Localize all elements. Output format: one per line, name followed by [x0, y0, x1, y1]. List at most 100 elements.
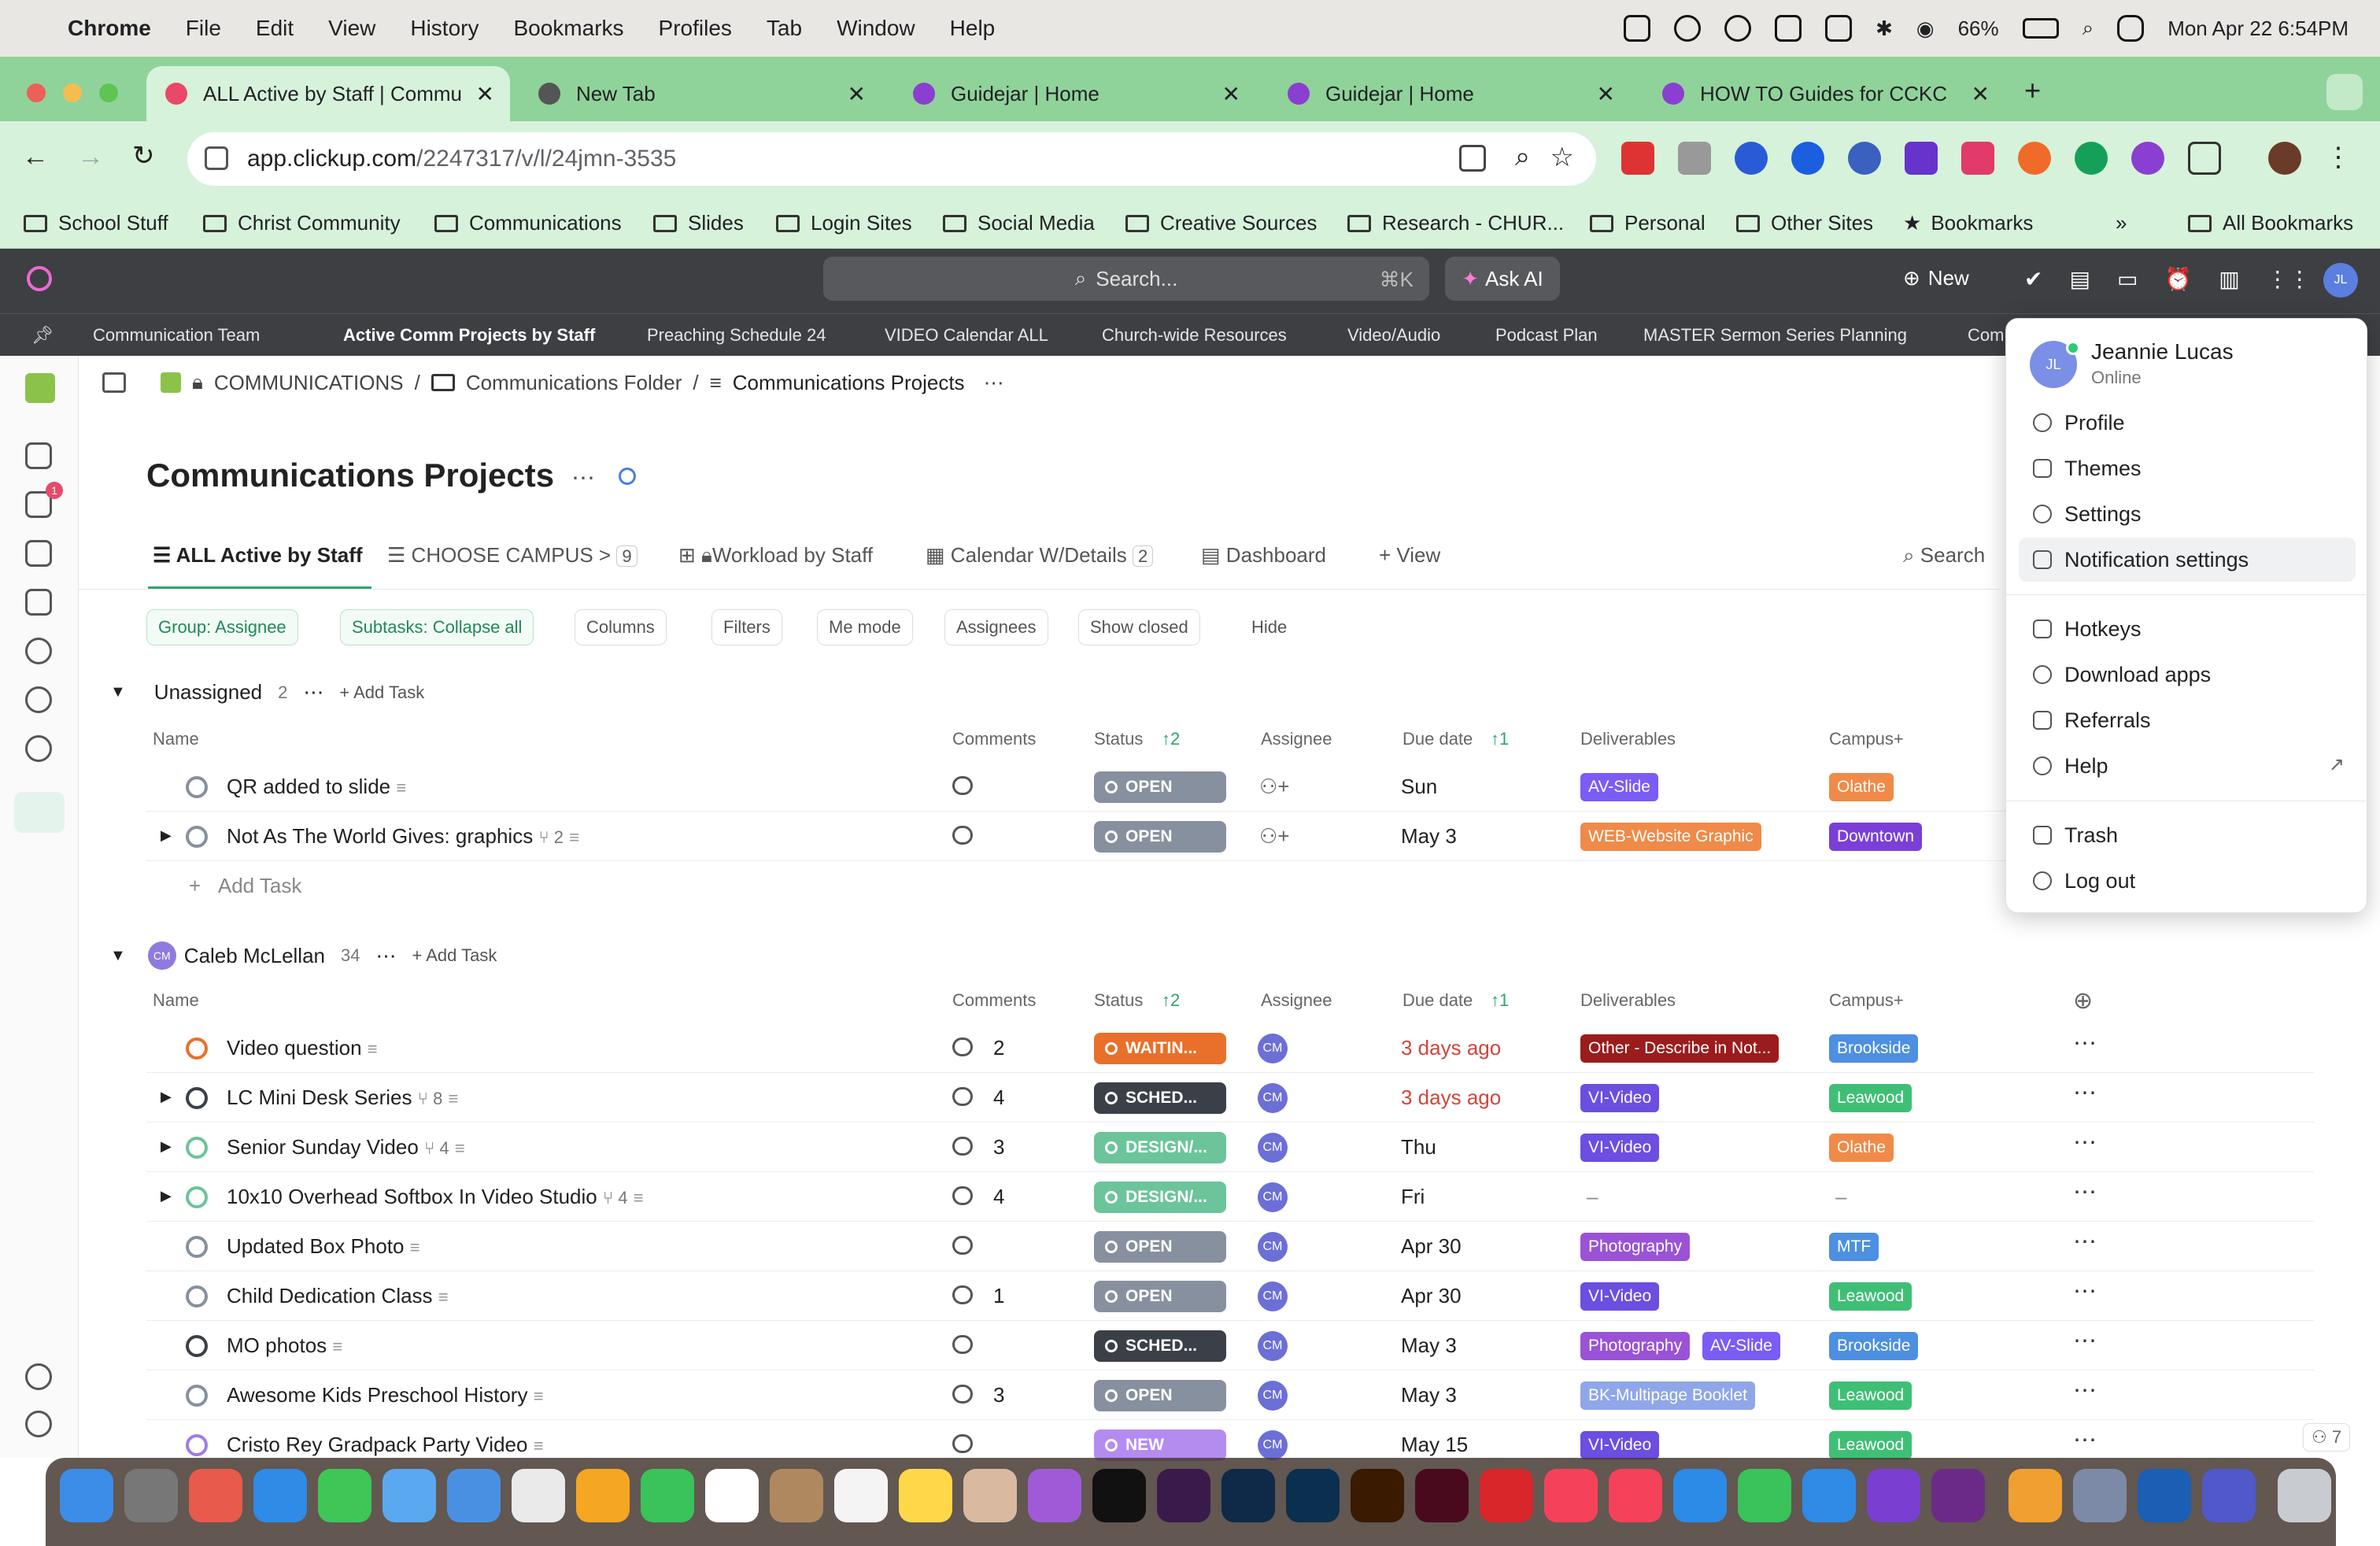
control-center-icon[interactable] [2117, 15, 2145, 42]
safari-icon[interactable] [253, 1469, 307, 1522]
deliverable-tag[interactable]: Photography [1580, 1332, 1691, 1360]
indesign-icon[interactable] [1415, 1469, 1469, 1522]
apps-grid-icon[interactable]: ⋮⋮ [2267, 266, 2311, 292]
avatar[interactable]: CM [1258, 1430, 1288, 1460]
col-deliverables[interactable]: Deliverables [1580, 990, 1676, 1011]
due-date[interactable]: Thu [1401, 1135, 1436, 1160]
site-info-icon[interactable] [205, 146, 228, 170]
menu-item-log-out[interactable]: Log out [2019, 859, 2356, 903]
task-name[interactable]: MO photos ≡ [227, 1333, 342, 1358]
menu-view[interactable]: View [328, 16, 375, 41]
system-settings-icon[interactable] [124, 1469, 178, 1522]
new-button[interactable]: ⊕ New [1903, 266, 1969, 290]
campus-tag[interactable]: Leawood [1829, 1431, 1913, 1459]
bookmark-folder[interactable]: Slides [653, 211, 744, 235]
menu-profiles[interactable]: Profiles [659, 16, 732, 41]
close-tab-icon[interactable]: ✕ [476, 81, 494, 107]
campus-empty[interactable]: – [1835, 1185, 1846, 1209]
menu-item-help[interactable]: Help ↗ [2019, 744, 2356, 788]
spaces-icon[interactable] [14, 792, 65, 833]
comment-icon[interactable] [952, 1236, 973, 1255]
add-assignee-icon[interactable]: ⚇+ [1259, 824, 1290, 849]
contacts-icon[interactable] [770, 1469, 823, 1522]
comment-icon[interactable] [952, 826, 973, 845]
comment-icon[interactable] [952, 776, 973, 795]
invite-user-icon[interactable] [25, 1363, 52, 1390]
status-dot-icon[interactable] [186, 1385, 208, 1407]
view-calendar[interactable]: ▦ Calendar W/Details 2 [926, 543, 1154, 568]
docs-icon[interactable]: ▥ [2219, 266, 2239, 292]
extension-icon[interactable] [1848, 142, 1881, 175]
tab-how-to-guides[interactable]: HOW TO Guides for CCKC ✕ [1643, 66, 2005, 121]
campus-tag[interactable]: Olathe [1829, 1134, 1894, 1162]
extension-icon[interactable] [1735, 142, 1768, 175]
due-date[interactable]: May 3 [1401, 1333, 1457, 1358]
comment-icon[interactable] [952, 1285, 973, 1304]
task-name[interactable]: 10x10 Overhead Softbox In Video Studio ⑂… [227, 1185, 644, 1209]
tab-search-icon[interactable] [2326, 74, 2363, 110]
status-dot-icon[interactable] [186, 1037, 208, 1060]
status-badge[interactable]: SCHED... [1094, 1330, 1226, 1362]
status-dot-icon[interactable] [186, 1236, 208, 1258]
bookmark-star-icon[interactable]: ☆ [1550, 142, 1574, 173]
status-dot-icon[interactable] [186, 1137, 208, 1159]
row-more-icon[interactable]: ⋯ [2073, 1228, 2097, 1256]
menu-item-themes[interactable]: Themes [2019, 446, 2356, 490]
col-assignee[interactable]: Assignee [1261, 990, 1332, 1011]
comment-icon[interactable] [952, 1385, 973, 1404]
favorite-preaching-schedule[interactable]: Preaching Schedule 24 [647, 325, 826, 346]
group-more-icon[interactable]: ⋯ [303, 680, 323, 705]
task-name[interactable]: LC Mini Desk Series ⑂ 8 ≡ [227, 1086, 458, 1110]
brush-app-icon[interactable] [963, 1469, 1017, 1522]
task-name[interactable]: Child Dedication Class ≡ [227, 1284, 449, 1308]
notes-icon[interactable] [899, 1469, 952, 1522]
wifi-icon[interactable]: ◉ [1916, 17, 1935, 41]
view-all-active-by-staff[interactable]: ☰ ALL Active by Staff [153, 543, 363, 568]
news-icon[interactable] [1609, 1469, 1662, 1522]
extension-icon[interactable] [1961, 142, 1994, 175]
table-row[interactable]: Video question ≡ 2 WAITIN... CM 3 days ago Ot… [146, 1023, 2314, 1073]
campus-tag[interactable]: Olathe [1829, 773, 1894, 801]
extensions-puzzle-icon[interactable] [2188, 142, 2221, 175]
expand-subtasks-icon[interactable]: ▶ [161, 827, 172, 844]
comment-icon[interactable] [952, 1186, 973, 1205]
creative-cloud-app-icon[interactable] [2009, 1469, 2062, 1522]
dashboards-icon[interactable] [25, 589, 52, 616]
status-dot-icon[interactable] [186, 1087, 208, 1109]
task-name[interactable]: Senior Sunday Video ⑂ 4 ≡ [227, 1135, 465, 1160]
address-bar[interactable]: app.clickup.com/2247317/v/l/24jmn-3535 ⌕… [187, 132, 1596, 186]
close-window-icon[interactable] [27, 83, 46, 102]
grammarly-extension-icon[interactable] [2075, 142, 2108, 175]
status-badge[interactable]: WAITIN... [1094, 1033, 1226, 1064]
help-icon[interactable] [25, 1411, 52, 1437]
col-name[interactable]: Name [153, 990, 199, 1011]
group-by-chip[interactable]: Group: Assignee [146, 609, 298, 645]
app-store-icon[interactable] [1802, 1469, 1856, 1522]
acrobat-icon[interactable] [1480, 1469, 1533, 1522]
table-row[interactable]: Updated Box Photo ≡ OPEN CM Apr 30 Photograp… [146, 1222, 2314, 1271]
clickup-logo-icon[interactable] [27, 266, 52, 291]
list-search[interactable]: ⌕ Search [1903, 543, 1985, 568]
record-icon[interactable] [1775, 15, 1802, 42]
col-name[interactable]: Name [153, 729, 199, 749]
bookmark-folder[interactable]: ★ Bookmarks [1903, 211, 2033, 235]
notepad-icon[interactable]: ▤ [2069, 266, 2090, 292]
word-icon[interactable] [2138, 1469, 2191, 1522]
deliverable-tag[interactable]: WEB-Website Graphic [1580, 823, 1761, 851]
add-assignee-icon[interactable]: ⚇+ [1259, 775, 1290, 799]
avatar[interactable]: CM [1258, 1083, 1288, 1113]
docs-icon[interactable] [25, 540, 52, 567]
row-more-icon[interactable]: ⋯ [2073, 1377, 2097, 1404]
table-row[interactable]: QR added to slide ≡ OPEN ⚇+ Sun AV-Slide Olat… [146, 762, 2314, 812]
col-due-date[interactable]: Due date [1402, 990, 1473, 1011]
maps-icon[interactable] [447, 1469, 501, 1522]
row-more-icon[interactable]: ⋯ [2073, 1129, 2097, 1156]
status-badge[interactable]: OPEN [1094, 821, 1226, 853]
timesheets-icon[interactable] [25, 686, 52, 713]
deliverable-tag[interactable]: VI-Video [1580, 1134, 1660, 1162]
new-tab-icon[interactable]: + [2024, 74, 2041, 107]
col-status[interactable]: Status [1094, 990, 1143, 1011]
close-tab-icon[interactable]: ✕ [1597, 81, 1615, 107]
global-search[interactable]: ⌕ Search... ⌘K [823, 257, 1429, 301]
col-campus[interactable]: Campus+ [1829, 729, 1904, 749]
